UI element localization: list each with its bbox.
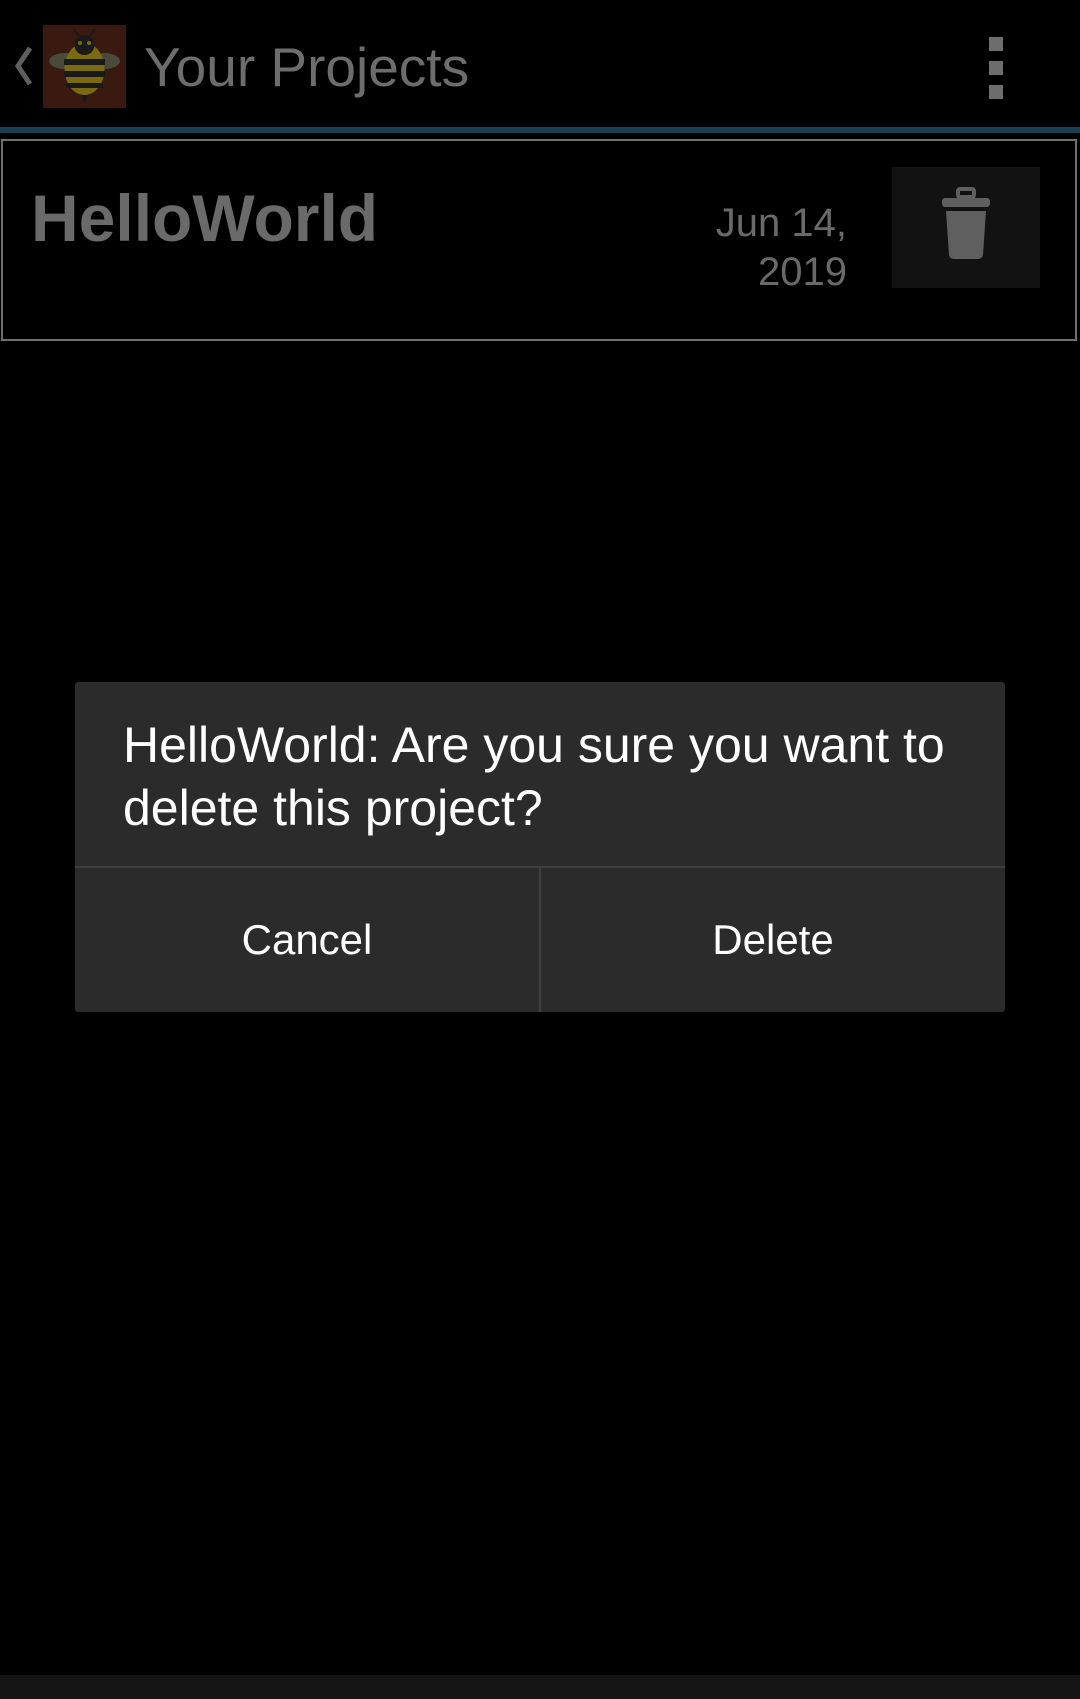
cancel-button[interactable]: Cancel bbox=[75, 868, 539, 1012]
action-bar-divider bbox=[0, 127, 1080, 133]
project-name: HelloWorld bbox=[31, 181, 379, 255]
dialog-message: HelloWorld: Are you sure you want to del… bbox=[123, 717, 945, 836]
menu-dot bbox=[989, 85, 1003, 99]
action-bar: Your Projects bbox=[0, 0, 1080, 133]
chevron-left-icon[interactable] bbox=[10, 40, 38, 92]
overflow-menu-icon[interactable] bbox=[980, 34, 1012, 100]
project-date: Jun 14, 2019 bbox=[715, 201, 847, 294]
delete-button[interactable]: Delete bbox=[541, 868, 1005, 1012]
delete-project-button[interactable] bbox=[892, 167, 1040, 288]
bottom-edge bbox=[0, 1675, 1080, 1699]
menu-dot bbox=[989, 61, 1003, 75]
bee-icon[interactable] bbox=[43, 25, 126, 108]
page-title: Your Projects bbox=[144, 36, 470, 98]
menu-dot bbox=[989, 37, 1003, 51]
screen: Your Projects HelloWorld Jun 14, 2019 He… bbox=[0, 0, 1080, 1699]
project-list-item[interactable]: HelloWorld Jun 14, 2019 bbox=[1, 139, 1077, 341]
trash-icon bbox=[942, 187, 990, 259]
confirm-delete-dialog: HelloWorld: Are you sure you want to del… bbox=[75, 682, 1005, 1012]
